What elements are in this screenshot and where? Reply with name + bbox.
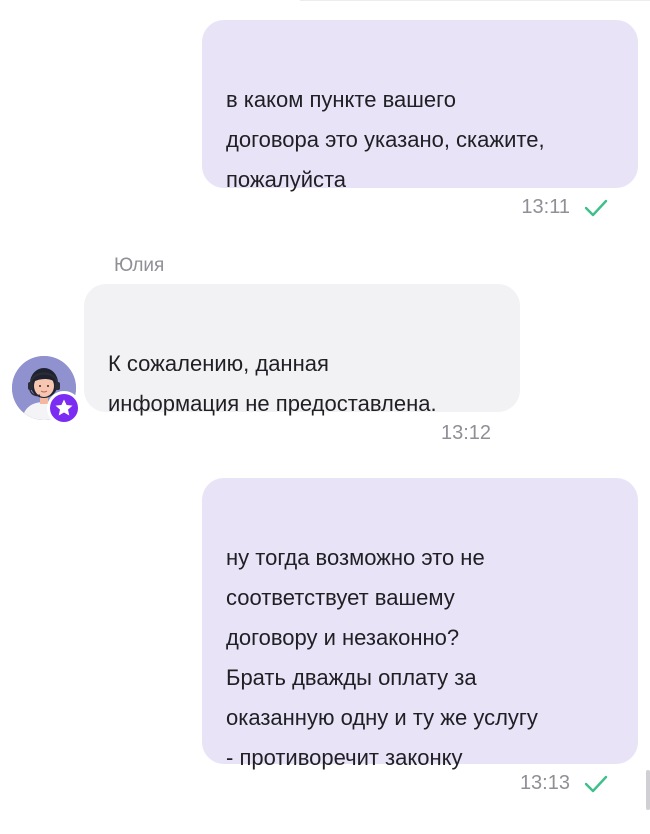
outgoing-message-bubble[interactable]: ну тогда возможно это не соответствует в… xyxy=(202,478,638,770)
scrollbar[interactable] xyxy=(646,770,650,810)
message-time: 13:13 xyxy=(519,772,570,794)
message-meta: 13:12 xyxy=(441,422,491,445)
message-meta: 13:13 xyxy=(520,772,608,795)
message-meta: 13:11 xyxy=(521,196,608,219)
message-text: К сожалению, данная информация не предос… xyxy=(108,351,437,416)
outgoing-message-bubble[interactable]: в каком пункте вашего договора это указа… xyxy=(202,20,638,192)
message-time: 13:11 xyxy=(521,196,570,218)
message-text: ну тогда возможно это не соответствует в… xyxy=(226,545,538,770)
check-icon xyxy=(584,199,608,216)
message-time: 13:12 xyxy=(441,422,492,444)
sender-name: Юлия xyxy=(114,255,165,276)
check-icon xyxy=(584,775,608,792)
verified-star-badge xyxy=(47,391,81,425)
chat-thread: в каком пункте вашего договора это указа… xyxy=(0,0,650,834)
incoming-message-bubble[interactable]: К сожалению, данная информация не предос… xyxy=(84,284,520,416)
star-icon xyxy=(55,399,73,416)
message-text: в каком пункте вашего договора это указа… xyxy=(226,87,545,192)
top-divider xyxy=(300,0,650,8)
